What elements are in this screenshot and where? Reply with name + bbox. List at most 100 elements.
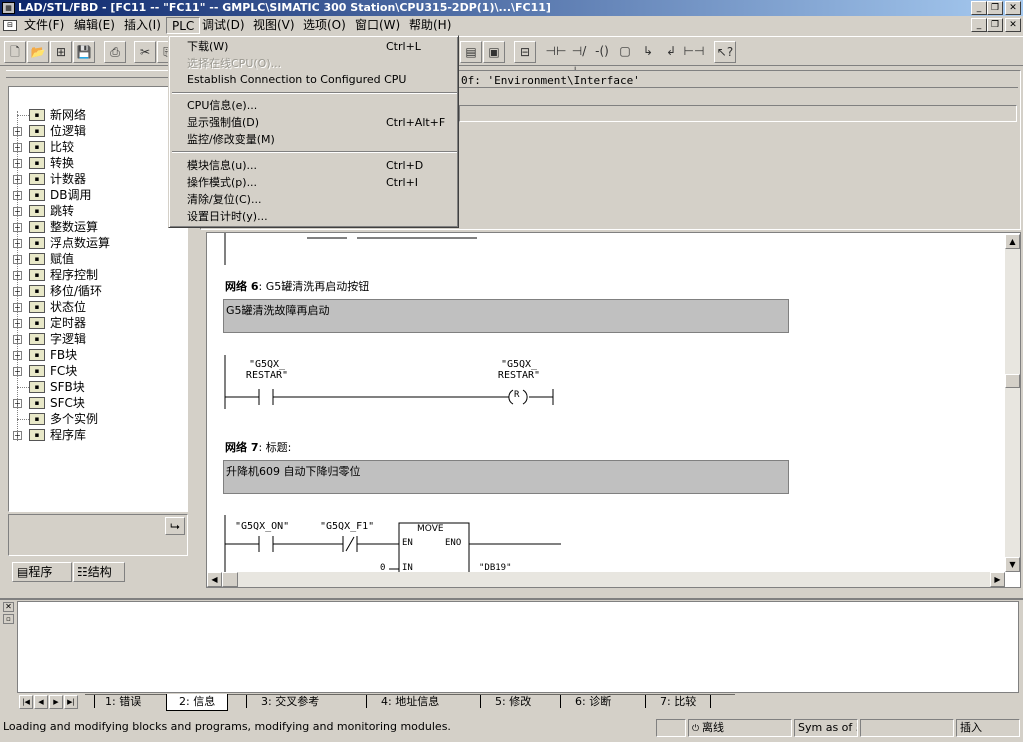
new-network-icon[interactable]: ⊟	[514, 41, 536, 63]
branch-open-icon[interactable]: ↳	[637, 41, 659, 63]
overview-icon[interactable]: ▤	[460, 41, 482, 63]
tree-item-label: 定时器	[50, 316, 87, 330]
menu-bar: ⊟ 文件(F) 编辑(E) 插入(I) PLC 调试(D) 视图(V) 选项(O…	[0, 16, 1023, 35]
tab-errors[interactable]: 1: 错误	[94, 694, 152, 710]
move-pin-eno: ENO	[445, 538, 462, 548]
menu-separator	[172, 92, 457, 94]
ladder-editor[interactable]: 网络 6: G5罐清洗再启动按钮 G5罐清洗故障再启动 "G5QX_ RESTAR…	[206, 232, 1021, 588]
print-icon[interactable]: ⎙	[104, 41, 126, 63]
coil-icon[interactable]: -()	[591, 41, 613, 63]
network6-comment[interactable]: G5罐清洗故障再启动	[223, 299, 789, 333]
last-tab-icon[interactable]: ▶|	[64, 695, 78, 709]
menu-options[interactable]: 选项(O)	[298, 17, 351, 34]
save-icon[interactable]: 💾	[73, 41, 95, 63]
menu-item-module-info[interactable]: 模块信息(u)...	[187, 157, 257, 174]
accessible-nodes-icon[interactable]: ⊞	[50, 41, 72, 63]
move-pin-en: EN	[402, 538, 413, 548]
float-math-icon: ▪	[29, 237, 45, 249]
nc-contact-icon[interactable]: ⊣/⊢	[568, 41, 590, 78]
editor-vscroll[interactable]: ▲ ▼	[1005, 234, 1020, 572]
cut-icon[interactable]: ✂	[134, 41, 156, 63]
db-icon: ▪	[29, 189, 45, 201]
details-icon[interactable]: ▣	[483, 41, 505, 63]
menu-separator	[172, 151, 457, 153]
n6-contact-label: "G5QX_ RESTAR"	[245, 359, 289, 381]
scroll-right-button[interactable]: ▶	[990, 572, 1005, 587]
tree-connector	[17, 419, 29, 420]
output-window[interactable]	[17, 601, 1019, 693]
n7-contact2-slash	[345, 536, 355, 552]
shortcut-operating-mode: Ctrl+I	[386, 176, 419, 189]
menu-item-operating-mode[interactable]: 操作模式(p)...	[187, 174, 257, 191]
network7-title: 网络 7	[225, 441, 259, 454]
tab-address-info[interactable]: 4: 地址信息	[366, 694, 454, 710]
menu-window[interactable]: 窗口(W)	[350, 17, 405, 34]
branch-close-icon[interactable]: ↲	[660, 41, 682, 63]
tree-item-label: DB调用	[50, 188, 92, 202]
menu-file[interactable]: 文件(F)	[19, 17, 69, 34]
tab-cross-reference[interactable]: 3: 交叉参考	[246, 694, 334, 710]
tree-item-label: 多个实例	[50, 412, 99, 426]
first-tab-icon[interactable]: |◀	[19, 695, 33, 709]
jump-icon: ▪	[29, 205, 45, 217]
tree-item-label: 程序库	[50, 428, 87, 442]
menu-item-establish-connection[interactable]: Establish Connection to Configured CPU	[187, 71, 406, 88]
menu-item-monitor-modify[interactable]: 监控/修改变量(M)	[187, 131, 275, 148]
doc-restore-button[interactable]: ❐	[987, 18, 1003, 32]
scroll-left-button[interactable]: ◀	[207, 572, 222, 587]
open-icon[interactable]: 📂	[27, 41, 49, 63]
doc-icon[interactable]: ⊟	[3, 20, 17, 31]
tab-structure[interactable]: ☷结构	[73, 562, 125, 582]
minimize-button[interactable]: _	[971, 1, 987, 15]
panel-grip[interactable]	[6, 70, 186, 78]
connection-icon[interactable]: ⊢⊣	[683, 41, 705, 63]
tree-item-label: FB块	[50, 348, 78, 362]
menu-item-set-time[interactable]: 设置日计时(y)...	[187, 208, 268, 225]
tab-info[interactable]: 2: 信息	[166, 694, 229, 711]
menu-item-display-force[interactable]: 显示强制值(D)	[187, 114, 259, 131]
no-contact-icon[interactable]: ⊣⊢	[545, 41, 567, 63]
tree-item-label: 比较	[50, 140, 75, 154]
tab-modify[interactable]: 5: 修改	[480, 694, 546, 710]
doc-close-button[interactable]: ✕	[1005, 18, 1021, 32]
menu-edit[interactable]: 编辑(E)	[69, 17, 120, 34]
tree-item-label: FC块	[50, 364, 78, 378]
hscroll-thumb[interactable]	[222, 572, 238, 587]
empty-box-icon[interactable]: ▢	[614, 41, 636, 63]
prev-tab-icon[interactable]: ◀	[34, 695, 48, 709]
menu-view[interactable]: 视图(V)	[248, 17, 300, 34]
dock-panel-icon[interactable]: ▫	[3, 614, 14, 624]
interface-field[interactable]	[459, 105, 1017, 122]
restore-button[interactable]: ❐	[987, 1, 1003, 15]
program-control-icon: ▪	[29, 269, 45, 281]
editor-hscroll[interactable]: ◀ ▶	[207, 572, 1005, 587]
menu-item-clear-reset[interactable]: 清除/复位(C)...	[187, 191, 261, 208]
insert-element-icon[interactable]: ⮡	[165, 517, 185, 535]
close-panel-icon[interactable]: ✕	[3, 602, 14, 612]
move-box-title: MOVE	[417, 524, 444, 534]
tab-compare[interactable]: 7: 比较	[645, 694, 712, 710]
next-tab-icon[interactable]: ▶	[49, 695, 63, 709]
plc-dropdown-menu: 下载(W) Ctrl+L 选择在线CPU(O)... Establish Con…	[168, 35, 459, 228]
network7-comment[interactable]: 升降机609 自动下降归零位	[223, 460, 789, 494]
menu-help[interactable]: 帮助(H)	[404, 17, 456, 34]
tab-diagnose[interactable]: 6: 诊断	[560, 694, 626, 710]
tab-structure-label: 结构	[87, 565, 112, 579]
counter-icon: ▪	[29, 173, 45, 185]
menu-debug[interactable]: 调试(D)	[197, 17, 250, 34]
program-elements-tree[interactable]: ▪ 新网络 + ▪ 位逻辑 + ▪ 比较 + ▪ 转换 + ▪ 计数器 + ▪ DB调用 + ▪ 跳转 + ▪ 整数运算 + ▪…	[8, 86, 188, 512]
help-cursor-icon[interactable]: ↖?	[714, 41, 736, 63]
menu-plc[interactable]: PLC	[166, 17, 201, 34]
structure-tab-icon: ☷	[77, 565, 88, 579]
scroll-up-button[interactable]: ▲	[1005, 234, 1020, 249]
vscroll-thumb[interactable]	[1005, 374, 1020, 388]
tab-program[interactable]: ▤程序	[12, 562, 72, 582]
scroll-down-button[interactable]: ▼	[1005, 557, 1020, 572]
doc-minimize-button[interactable]: _	[971, 18, 987, 32]
new-icon[interactable]: 🗋	[4, 41, 26, 63]
menu-item-download[interactable]: 下载(W)	[187, 38, 228, 55]
close-button[interactable]: ✕	[1005, 1, 1021, 15]
tree-item-label: SFC块	[50, 396, 85, 410]
menu-insert[interactable]: 插入(I)	[119, 17, 166, 34]
menu-item-cpu-info[interactable]: CPU信息(e)...	[187, 97, 257, 114]
